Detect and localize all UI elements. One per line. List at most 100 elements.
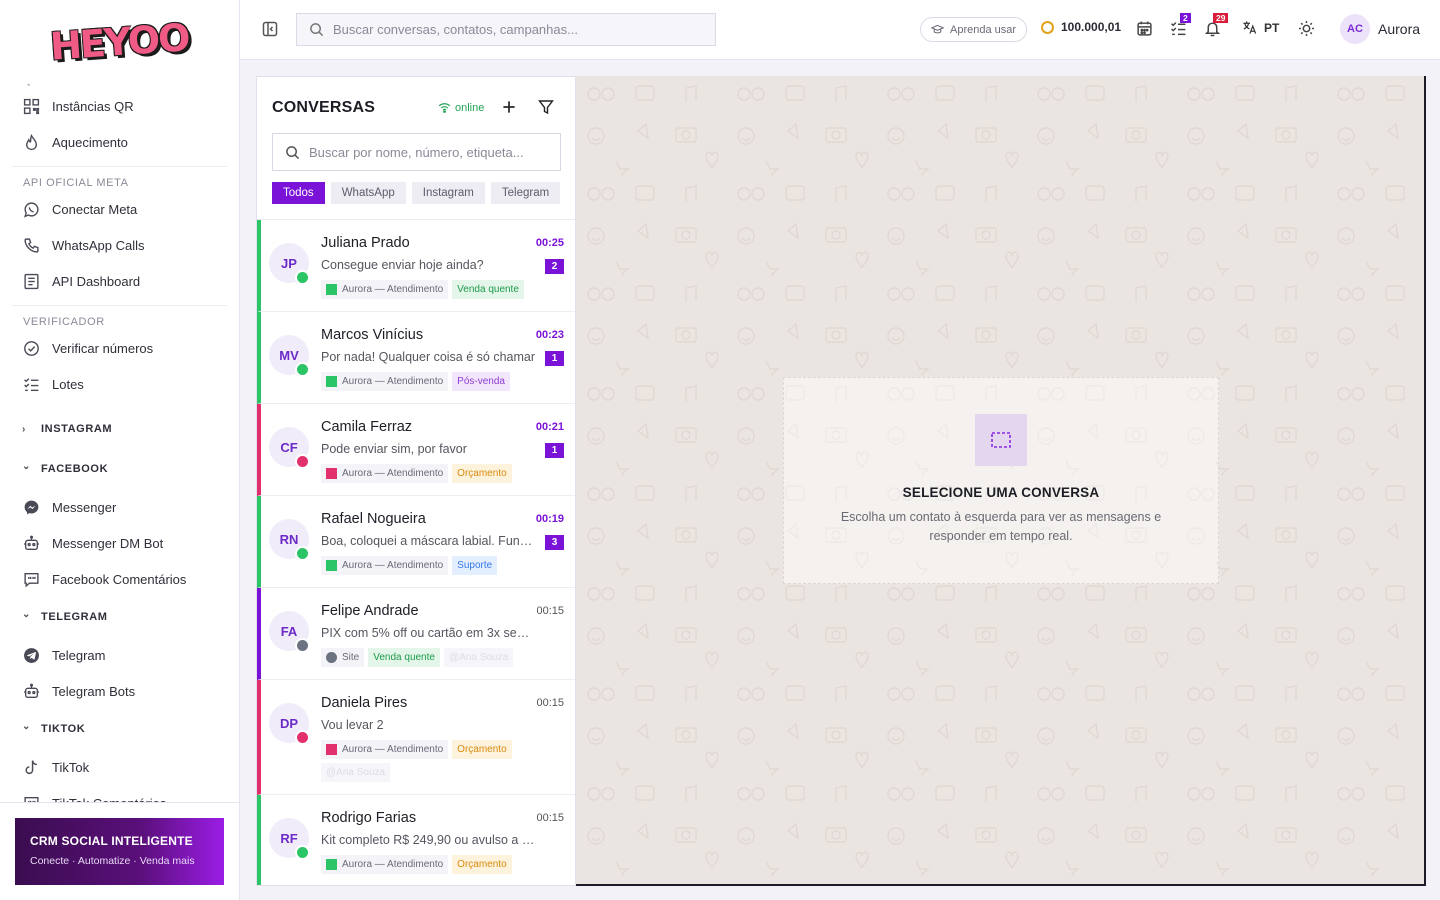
sidebar-item-conectar-meta[interactable]: Conectar Meta [0, 191, 239, 227]
crm-promo-banner[interactable]: CRM SOCIAL INTELIGENTE Conecte · Automat… [15, 818, 224, 885]
sidebar-item-aquecimento[interactable]: Aquecimento [0, 124, 239, 160]
conversation-item[interactable]: DP Daniela Pires 00:15 Vou levar 2 Aurora — … [257, 680, 575, 795]
tab-todos[interactable]: Todos [272, 182, 325, 204]
sidebar-item-messenger-dm-bot[interactable]: Messenger DM Bot [0, 525, 239, 561]
whatsapp-icon [326, 560, 337, 571]
plus-icon[interactable] [500, 98, 518, 116]
sidebar-item-label: API Dashboard [52, 273, 141, 289]
conversation-item[interactable]: MV Marcos Vinícius 00:23 Por nada! Qualquer… [257, 312, 575, 404]
message-preview: PIX com 5% off ou cartão em 3x sem juros [321, 626, 536, 640]
sidebar-group-telegram[interactable]: ⌄ TELEGRAM [0, 597, 239, 637]
sidebar-item-messenger[interactable]: Messenger [0, 489, 239, 525]
conversation-item[interactable]: RN Rafael Nogueira 00:19 Boa, coloquei a má… [257, 496, 575, 588]
qr-icon [22, 97, 40, 115]
user-name: Aurora [1378, 21, 1421, 37]
bell-icon[interactable]: 29 [1204, 13, 1229, 38]
avatar: AC [1340, 14, 1370, 44]
chevron-right-icon: › [22, 423, 26, 435]
conversations-title: CONVERSAS [272, 99, 376, 116]
sidebar-divider [12, 166, 227, 167]
tag-badge: Aurora — Atendimento [321, 372, 449, 391]
sidebar-item-instancias-qr[interactable]: Instâncias QR [0, 88, 239, 124]
tag-badge: Aurora — Atendimento [321, 740, 449, 759]
conversation-search-placeholder: Buscar por nome, número, etiqueta... [309, 144, 524, 160]
sidebar-group-tiktok[interactable]: ⌄ TIKTOK [0, 709, 239, 749]
sidebar-toggle-icon[interactable] [262, 21, 278, 37]
filter-icon[interactable] [538, 99, 554, 115]
tag-badge: @Ana Souza [443, 648, 514, 667]
sidebar-nav: QR CODEInstâncias QRAquecimentoAPI OFICI… [0, 84, 239, 802]
learn-button[interactable]: Aprenda usar [920, 17, 1028, 42]
tag-badge: Suporte [452, 556, 498, 575]
tab-telegram[interactable]: Telegram [490, 182, 561, 204]
empty-state-title: SELECIONE UMA CONVERSA [902, 485, 1100, 500]
theme-sun-icon[interactable] [1298, 20, 1316, 38]
graduation-cap-icon [931, 24, 944, 34]
contact-name: Rafael Nogueira [321, 511, 426, 527]
sidebar-section-title: API OFICIAL META [23, 177, 129, 189]
check-circle-icon [22, 339, 40, 357]
conversation-search-input[interactable]: Buscar por nome, número, etiqueta... [272, 133, 561, 171]
promo-title: CRM SOCIAL INTELIGENTE [30, 834, 193, 848]
message-preview: Vou levar 2 [321, 718, 384, 732]
conversation-item[interactable]: FA Felipe Andrade 00:15 PIX com 5% off ou c… [257, 588, 575, 680]
sidebar-item-tiktok-comentarios[interactable]: TikTok Comentários [0, 785, 239, 802]
telegram-icon [22, 646, 40, 664]
language-selector[interactable]: PT [1242, 20, 1279, 35]
sidebar-item-telegram-bots[interactable]: Telegram Bots [0, 673, 239, 709]
conversation-tags: Aurora — Atendimento Orçamento [321, 464, 571, 483]
list-check-icon [22, 375, 40, 393]
sidebar-item-whatsapp-calls[interactable]: WhatsApp Calls [0, 227, 239, 263]
conversation-tags: Aurora — Atendimento Orçamento [321, 855, 571, 874]
tag-label: Aurora — Atendimento [342, 468, 444, 479]
conversation-item[interactable]: RF Rodrigo Farias 00:15 Kit completo R$ 249… [257, 795, 575, 885]
message-time: 00:23 [535, 329, 564, 341]
sidebar-item-tiktok[interactable]: TikTok [0, 749, 239, 785]
conversation-item[interactable]: JP Juliana Prado 00:25 Consegue enviar hoje… [257, 220, 575, 312]
logo-area[interactable]: HEYOO [0, 0, 239, 84]
calendar-icon[interactable] [1136, 20, 1154, 38]
global-search-placeholder: Buscar conversas, contatos, campanhas... [333, 22, 578, 37]
brand-logo: HEYOO [48, 15, 191, 69]
credits-display[interactable]: 100.000,01 [1041, 20, 1121, 34]
tab-whatsapp[interactable]: WhatsApp [330, 182, 406, 204]
sidebar-item-api-dashboard[interactable]: API Dashboard [0, 263, 239, 299]
tag-label: Aurora — Atendimento [342, 376, 444, 387]
sidebar-item-lotes[interactable]: Lotes [0, 366, 239, 402]
sidebar-group-facebook[interactable]: ⌄ FACEBOOK [0, 449, 239, 489]
sidebar-item-label: Verificar números [52, 340, 154, 356]
tag-label: Suporte [457, 560, 493, 571]
tag-badge: Orçamento [452, 464, 512, 483]
tag-label: Venda quente [373, 652, 435, 663]
sidebar-item-facebook-comentarios[interactable]: Facebook Comentários [0, 561, 239, 597]
message-time: 00:19 [535, 513, 564, 525]
global-search-input[interactable]: Buscar conversas, contatos, campanhas... [296, 13, 716, 46]
tasks-icon[interactable]: 2 [1170, 13, 1191, 38]
conversation-tags: Aurora — Atendimento Suporte [321, 556, 571, 575]
sidebar-item-label: WhatsApp Calls [52, 237, 145, 253]
tag-badge: Site [321, 648, 365, 667]
wifi-icon [438, 103, 451, 113]
contact-name: Marcos Vinícius [321, 327, 424, 343]
chevron-down-icon: ⌄ [22, 460, 31, 472]
search-icon [286, 145, 300, 159]
tag-label: @Ana Souza [448, 652, 509, 663]
sidebar-divider [12, 305, 227, 306]
sidebar-group-instagram[interactable]: › INSTAGRAM [0, 409, 239, 449]
contact-name: Felipe Andrade [321, 603, 419, 619]
sidebar-item-verificar-numeros[interactable]: Verificar números [0, 330, 239, 366]
conversation-tags: Aurora — Atendimento Orçamento @Ana Souza [321, 740, 571, 782]
conversation-tags: Aurora — Atendimento Venda quente [321, 280, 571, 299]
notifications-badge: 29 [1213, 13, 1229, 23]
whatsapp-icon [326, 859, 337, 870]
sidebar-item-telegram[interactable]: Telegram [0, 637, 239, 673]
tag-label: Aurora — Atendimento [342, 284, 444, 295]
conversation-item[interactable]: CF Camila Ferraz 00:21 Pode enviar sim, por… [257, 404, 575, 496]
unread-count-badge: 1 [545, 443, 564, 458]
whatsapp-icon [295, 845, 310, 860]
sidebar-item-label: TikTok [52, 759, 90, 775]
tag-badge: @Ana Souza [321, 763, 391, 782]
select-area-icon [975, 414, 1027, 466]
user-menu[interactable]: AC Aurora [1340, 14, 1420, 44]
tab-instagram[interactable]: Instagram [411, 182, 485, 204]
